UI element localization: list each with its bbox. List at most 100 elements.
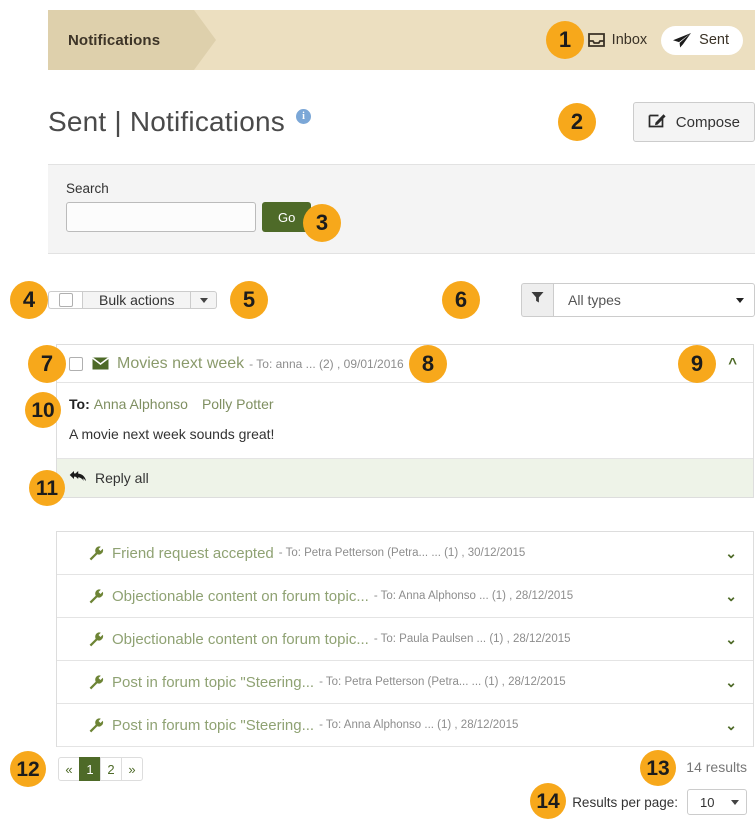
nav-link-sent-label: Sent <box>699 32 729 48</box>
wrench-icon <box>89 631 104 647</box>
chevron-down-icon <box>199 297 208 303</box>
nav-link-inbox[interactable]: Inbox <box>578 26 657 54</box>
wrench-icon <box>89 674 104 690</box>
chevron-down-icon[interactable]: ⌄ <box>725 717 743 734</box>
nav-link-inbox-label: Inbox <box>611 32 648 48</box>
type-filter-select[interactable]: All types <box>553 283 755 317</box>
chevron-down-icon <box>731 799 739 805</box>
annotation-10: 10 <box>25 392 61 428</box>
annotation-4: 4 <box>10 281 48 319</box>
annotation-12: 12 <box>10 751 46 787</box>
message-meta: - To: Paula Paulsen ... (1) , 28/12/2015 <box>373 633 571 645</box>
wrench-icon <box>89 588 104 604</box>
results-per-page-select[interactable]: 10 <box>687 789 747 815</box>
annotation-1: 1 <box>546 21 584 59</box>
table-row[interactable]: Friend request accepted - To: Petra Pett… <box>57 532 753 575</box>
reply-all-icon <box>69 470 87 486</box>
message-meta: - To: Petra Petterson (Petra... ... (1) … <box>319 676 566 688</box>
message-meta: - To: Petra Petterson (Petra... ... (1) … <box>278 547 526 559</box>
chevron-down-icon <box>736 297 744 303</box>
recipient-link[interactable]: Polly Potter <box>202 396 274 412</box>
message-meta: - To: Anna Alphonso ... (1) , 28/12/2015 <box>319 719 519 731</box>
search-panel: Search Go <box>48 164 755 254</box>
paper-plane-icon <box>672 32 692 49</box>
annotation-13: 13 <box>640 750 676 786</box>
reply-all-button[interactable]: Reply all <box>57 459 753 497</box>
chevron-down-icon[interactable]: ⌄ <box>725 674 743 691</box>
funnel-icon <box>531 291 544 309</box>
expanded-message-recipients: To: Anna Alphonso Polly Potter <box>57 383 753 412</box>
pagination-page-2[interactable]: 2 <box>100 757 122 781</box>
results-count: 14 results <box>686 759 747 775</box>
message-subject[interactable]: Post in forum topic "Steering... <box>112 717 314 734</box>
bulk-actions-dropdown-toggle[interactable] <box>191 291 218 309</box>
chevron-down-icon[interactable]: ⌄ <box>725 588 743 605</box>
annotation-2: 2 <box>558 103 596 141</box>
search-row: Go <box>66 202 737 232</box>
expanded-message-body: A movie next week sounds great! <box>57 412 753 459</box>
expanded-message-header[interactable]: Movies next week - To: anna ... (2) , 09… <box>57 345 753 383</box>
compose-icon <box>648 111 667 133</box>
recipients-label: To: <box>69 396 90 412</box>
results-per-page: Results per page: 10 <box>572 789 747 815</box>
checkbox-box <box>58 293 73 307</box>
annotation-3: 3 <box>303 204 341 242</box>
tab-notifications[interactable]: Notifications <box>48 10 217 70</box>
chevron-down-icon[interactable]: ⌄ <box>725 545 743 562</box>
results-per-page-label: Results per page: <box>572 794 678 810</box>
chevron-down-icon[interactable]: ⌄ <box>725 631 743 648</box>
page-header: Sent | Notifications i Compose <box>48 98 755 146</box>
expanded-message-meta: - To: anna ... (2) , 09/01/2016 <box>249 356 404 371</box>
bulk-actions-label: Bulk actions <box>99 292 175 308</box>
inbox-icon <box>587 32 605 48</box>
table-row[interactable]: Objectionable content on forum topic... … <box>57 618 753 661</box>
reply-all-label: Reply all <box>95 470 149 486</box>
search-input[interactable] <box>66 202 256 232</box>
results-per-page-value: 10 <box>700 794 715 810</box>
filter-icon-button[interactable] <box>521 283 553 317</box>
wrench-icon <box>89 717 104 733</box>
annotation-7: 7 <box>28 345 66 383</box>
select-all-checkbox[interactable] <box>48 291 82 309</box>
table-row[interactable]: Objectionable content on forum topic... … <box>57 575 753 618</box>
chevron-up-icon[interactable]: ^ <box>728 356 743 371</box>
info-icon[interactable]: i <box>295 109 311 124</box>
expanded-message-subject[interactable]: Movies next week <box>117 355 244 373</box>
pagination-first[interactable]: « <box>58 757 80 781</box>
pagination-next[interactable]: » <box>121 757 143 781</box>
expanded-message-card: Movies next week - To: anna ... (2) , 09… <box>56 344 754 498</box>
type-filter-group: All types <box>521 283 755 317</box>
top-navigation-bar: Notifications Inbox Sent <box>48 10 755 70</box>
annotation-6: 6 <box>442 281 480 319</box>
message-select-checkbox[interactable] <box>69 356 83 371</box>
nav-link-sent[interactable]: Sent <box>661 25 743 55</box>
pagination-page-1[interactable]: 1 <box>79 757 101 781</box>
annotation-11: 11 <box>29 470 65 506</box>
compose-button-label: Compose <box>675 113 740 131</box>
compose-button[interactable]: Compose <box>632 102 755 142</box>
message-list: Friend request accepted - To: Petra Pett… <box>56 531 754 747</box>
search-label: Search <box>66 181 109 196</box>
annotation-14: 14 <box>530 783 566 819</box>
notifications-sent-page: Notifications Inbox Sent Sent | Notifica… <box>0 0 755 829</box>
message-subject[interactable]: Objectionable content on forum topic... <box>112 631 369 648</box>
envelope-icon <box>92 357 109 370</box>
tab-notifications-label: Notifications <box>68 31 161 49</box>
table-row[interactable]: Post in forum topic "Steering... - To: P… <box>57 661 753 704</box>
message-subject[interactable]: Friend request accepted <box>112 545 274 562</box>
recipient-link[interactable]: Anna Alphonso <box>94 396 188 412</box>
bulk-actions-button[interactable]: Bulk actions <box>82 291 192 309</box>
wrench-icon <box>89 545 104 561</box>
list-controls: Bulk actions All types <box>48 282 755 318</box>
topbar-actions: Inbox Sent <box>578 25 755 55</box>
message-subject[interactable]: Objectionable content on forum topic... <box>112 588 369 605</box>
bulk-actions-group: Bulk actions <box>48 291 218 309</box>
pagination: « 1 2 » <box>58 757 143 781</box>
page-title: Sent | Notifications <box>48 106 285 137</box>
annotation-9: 9 <box>678 345 716 383</box>
message-subject[interactable]: Post in forum topic "Steering... <box>112 674 314 691</box>
type-filter-value: All types <box>568 292 621 308</box>
annotation-5: 5 <box>230 281 268 319</box>
annotation-8: 8 <box>409 345 447 383</box>
table-row[interactable]: Post in forum topic "Steering... - To: A… <box>57 704 753 747</box>
